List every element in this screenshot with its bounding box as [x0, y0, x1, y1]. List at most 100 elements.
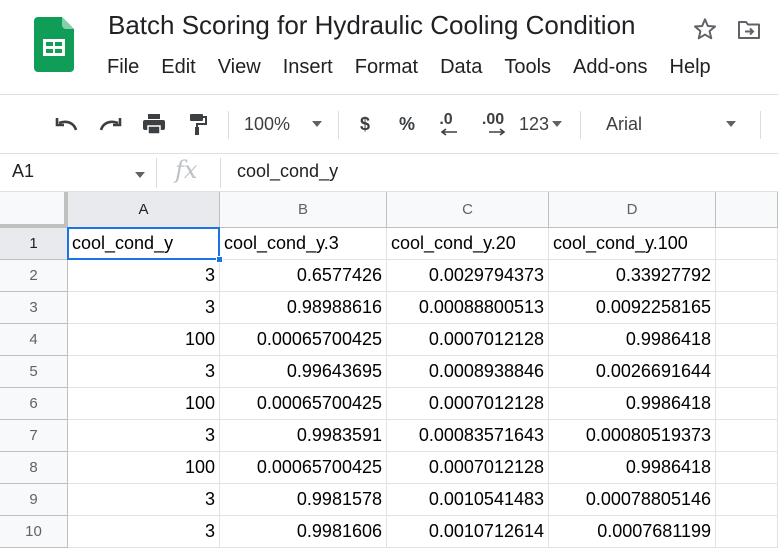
chevron-down-icon[interactable] — [135, 172, 145, 178]
cell-e2[interactable] — [716, 260, 778, 292]
cell-a7[interactable]: 3 — [68, 420, 220, 452]
cell-b9[interactable]: 0.9981578 — [220, 484, 387, 516]
cell-e8[interactable] — [716, 452, 778, 484]
cell-d8[interactable]: 0.9986418 — [549, 452, 716, 484]
menu-file[interactable]: File — [107, 56, 139, 79]
cell-b8[interactable]: 0.00065700425 — [220, 452, 387, 484]
menu-help[interactable]: Help — [670, 56, 711, 79]
cell-c4[interactable]: 0.0007012128 — [387, 324, 549, 356]
undo-icon — [55, 118, 78, 131]
menu-edit[interactable]: Edit — [161, 56, 195, 79]
row-header-2[interactable]: 2 — [0, 260, 68, 292]
name-box[interactable]: A1 — [12, 161, 34, 182]
cell-c5[interactable]: 0.0008938846 — [387, 356, 549, 388]
cell-b10[interactable]: 0.9981606 — [220, 516, 387, 548]
cell-c9[interactable]: 0.0010541483 — [387, 484, 549, 516]
cell-e4[interactable] — [716, 324, 778, 356]
column-header-e[interactable] — [716, 192, 778, 228]
row-header-6[interactable]: 6 — [0, 388, 68, 420]
column-header-b[interactable]: B — [220, 192, 387, 228]
increase-decimal-button[interactable]: .00 — [476, 95, 510, 153]
cell-d3[interactable]: 0.0092258165 — [549, 292, 716, 324]
undo-button[interactable] — [52, 95, 82, 153]
row-header-4[interactable]: 4 — [0, 324, 68, 356]
row-header-8[interactable]: 8 — [0, 452, 68, 484]
cell-b4[interactable]: 0.00065700425 — [220, 324, 387, 356]
cell-d9[interactable]: 0.00078805146 — [549, 484, 716, 516]
cell-d7[interactable]: 0.00080519373 — [549, 420, 716, 452]
font-select[interactable]: Arial — [606, 95, 742, 153]
cell-c1[interactable]: cool_cond_y.20 — [387, 228, 549, 260]
move-to-folder-icon[interactable] — [736, 18, 762, 42]
more-formats-button[interactable]: 123 — [519, 95, 571, 153]
cell-b1[interactable]: cool_cond_y.3 — [220, 228, 387, 260]
cell-c7[interactable]: 0.00083571643 — [387, 420, 549, 452]
cell-e7[interactable] — [716, 420, 778, 452]
cell-c6[interactable]: 0.0007012128 — [387, 388, 549, 420]
zoom-value: 100% — [244, 113, 291, 134]
cell-e5[interactable] — [716, 356, 778, 388]
paint-format-button[interactable] — [183, 95, 213, 153]
column-header-c[interactable]: C — [387, 192, 549, 228]
select-all-corner[interactable] — [0, 192, 68, 228]
menu-insert[interactable]: Insert — [283, 56, 333, 79]
column-header-a[interactable]: A — [68, 192, 220, 228]
redo-button[interactable] — [95, 95, 125, 153]
cell-b7[interactable]: 0.9983591 — [220, 420, 387, 452]
cell-e10[interactable] — [716, 516, 778, 548]
cell-a10[interactable]: 3 — [68, 516, 220, 548]
formula-divider — [220, 158, 221, 188]
cell-c10[interactable]: 0.0010712614 — [387, 516, 549, 548]
fill-handle[interactable] — [216, 256, 223, 263]
more-formats-label: 123 — [519, 113, 550, 134]
cell-b2[interactable]: 0.6577426 — [220, 260, 387, 292]
star-icon[interactable] — [692, 16, 718, 42]
print-button[interactable] — [139, 95, 169, 153]
cell-a5[interactable]: 3 — [68, 356, 220, 388]
cell-d1[interactable]: cool_cond_y.100 — [549, 228, 716, 260]
cell-d2[interactable]: 0.33927792 — [549, 260, 716, 292]
row-header-9[interactable]: 9 — [0, 484, 68, 516]
menu-format[interactable]: Format — [355, 56, 418, 79]
cell-a1[interactable]: cool_cond_y — [68, 228, 220, 260]
cell-b3[interactable]: 0.98988616 — [220, 292, 387, 324]
row-header-3[interactable]: 3 — [0, 292, 68, 324]
cell-c8[interactable]: 0.0007012128 — [387, 452, 549, 484]
cell-d10[interactable]: 0.0007681199 — [549, 516, 716, 548]
cell-a8[interactable]: 100 — [68, 452, 220, 484]
menu-data[interactable]: Data — [440, 56, 482, 79]
cell-e3[interactable] — [716, 292, 778, 324]
menu-view[interactable]: View — [218, 56, 261, 79]
cell-c2[interactable]: 0.0029794373 — [387, 260, 549, 292]
toolbar-divider — [580, 111, 581, 139]
cell-d5[interactable]: 0.0026691644 — [549, 356, 716, 388]
currency-format-button[interactable]: $ — [352, 95, 378, 153]
cell-e6[interactable] — [716, 388, 778, 420]
menu-add-ons[interactable]: Add-ons — [573, 56, 648, 79]
percent-format-button[interactable]: % — [394, 95, 420, 153]
menu-tools[interactable]: Tools — [504, 56, 551, 79]
toolbar-divider — [228, 111, 229, 139]
cell-e1[interactable] — [716, 228, 778, 260]
cell-a4[interactable]: 100 — [68, 324, 220, 356]
cell-d6[interactable]: 0.9986418 — [549, 388, 716, 420]
column-header-d[interactable]: D — [549, 192, 716, 228]
cell-d4[interactable]: 0.9986418 — [549, 324, 716, 356]
cell-a3[interactable]: 3 — [68, 292, 220, 324]
cell-b5[interactable]: 0.99643695 — [220, 356, 387, 388]
cell-a2[interactable]: 3 — [68, 260, 220, 292]
cell-b6[interactable]: 0.00065700425 — [220, 388, 387, 420]
row-header-10[interactable]: 10 — [0, 516, 68, 548]
cell-a9[interactable]: 3 — [68, 484, 220, 516]
cell-a6[interactable]: 100 — [68, 388, 220, 420]
row-header-5[interactable]: 5 — [0, 356, 68, 388]
document-title[interactable]: Batch Scoring for Hydraulic Cooling Cond… — [108, 10, 636, 41]
cell-c3[interactable]: 0.00088800513 — [387, 292, 549, 324]
row-header-1[interactable]: 1 — [0, 228, 68, 260]
formula-input[interactable]: cool_cond_y — [237, 161, 338, 182]
sheets-logo-icon[interactable] — [34, 17, 74, 72]
decrease-decimal-button[interactable]: .0 — [432, 95, 460, 153]
zoom-select[interactable]: 100% — [244, 95, 328, 153]
row-header-7[interactable]: 7 — [0, 420, 68, 452]
cell-e9[interactable] — [716, 484, 778, 516]
